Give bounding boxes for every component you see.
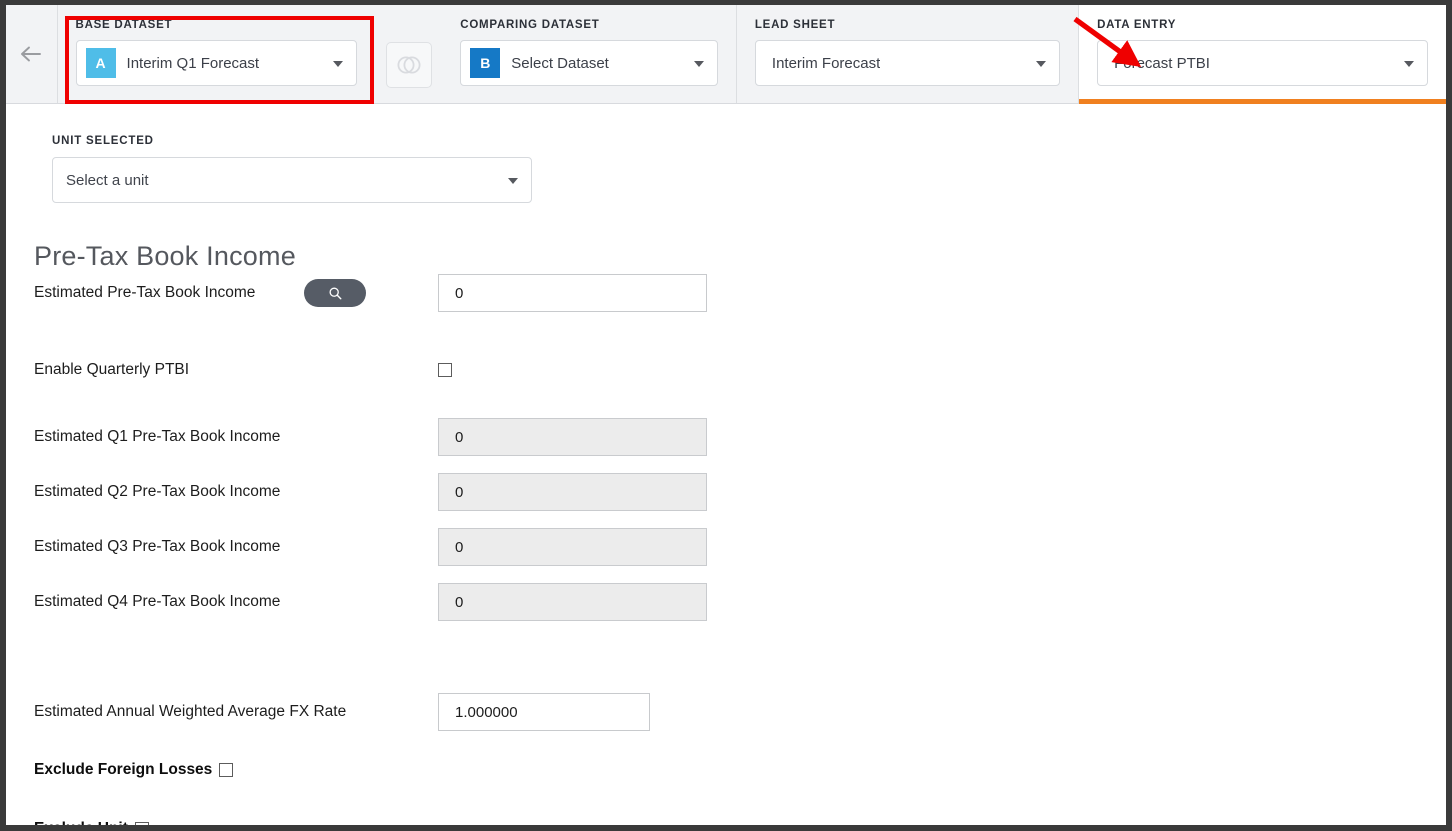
chevron-down-icon xyxy=(508,178,518,184)
lead-sheet-panel: LEAD SHEET Interim Forecast xyxy=(736,5,1080,103)
field-value: 0 xyxy=(455,593,464,611)
lead-sheet-select[interactable]: Interim Forecast xyxy=(754,40,1061,86)
row-label: Estimated Q1 Pre-Tax Book Income xyxy=(34,428,281,446)
lead-sheet-value: Interim Forecast xyxy=(771,54,881,72)
dataset-toolbar: BASE DATASET A Interim Q1 Forecast COMPA… xyxy=(6,5,1446,104)
app-inner: BASE DATASET A Interim Q1 Forecast COMPA… xyxy=(6,5,1446,825)
field-value: 0 xyxy=(455,284,464,302)
data-entry-label: DATA ENTRY xyxy=(1097,19,1177,31)
page-content: UNIT SELECTED Select a unit Pre-Tax Book… xyxy=(6,104,1446,825)
field-value: 0 xyxy=(455,483,464,501)
row-label: Enable Quarterly PTBI xyxy=(34,361,190,379)
exclude-foreign-losses-label: Exclude Foreign Losses xyxy=(34,761,213,779)
data-entry-select[interactable]: Forecast PTBI xyxy=(1097,40,1428,86)
data-entry-value: Forecast PTBI xyxy=(1114,54,1210,72)
dataset-badge-a: A xyxy=(85,48,116,78)
chevron-down-icon xyxy=(332,61,343,67)
form-row-q2-ptbi: Estimated Q2 Pre-Tax Book Income 0 xyxy=(34,473,1446,512)
row-label: Estimated Q3 Pre-Tax Book Income xyxy=(34,538,281,556)
unit-select[interactable]: Select a unit xyxy=(52,157,532,203)
data-entry-panel: DATA ENTRY Forecast PTBI xyxy=(1079,5,1446,104)
form-row-fx-rate: Estimated Annual Weighted Average FX Rat… xyxy=(34,693,1446,732)
form-row-enable-quarterly-ptbi: Enable Quarterly PTBI xyxy=(34,356,1446,384)
unit-selected-label: UNIT SELECTED xyxy=(52,135,154,147)
back-button[interactable] xyxy=(6,5,58,103)
arrow-left-icon xyxy=(21,46,42,62)
chevron-down-icon xyxy=(693,61,704,67)
chevron-down-icon xyxy=(1036,61,1047,67)
exclude-foreign-losses-checkbox[interactable] xyxy=(219,763,234,778)
search-button[interactable] xyxy=(304,279,366,308)
chevron-down-icon xyxy=(1404,61,1414,67)
comparing-dataset-value: Select Dataset xyxy=(511,54,609,72)
q4-ptbi-input[interactable]: 0 xyxy=(438,583,707,622)
row-label: Estimated Q4 Pre-Tax Book Income xyxy=(34,593,281,611)
comparing-dataset-label: COMPARING DATASET xyxy=(460,19,600,31)
fx-rate-input[interactable]: 1.000000 xyxy=(438,693,650,732)
row-label: Estimated Pre-Tax Book Income xyxy=(34,284,256,302)
exclude-unit-label: Exclude Unit xyxy=(34,820,128,825)
row-label: Estimated Annual Weighted Average FX Rat… xyxy=(34,703,347,721)
q1-ptbi-input[interactable]: 0 xyxy=(438,418,707,457)
base-dataset-value: Interim Q1 Forecast xyxy=(126,54,260,72)
q3-ptbi-input[interactable]: 0 xyxy=(438,528,707,567)
row-label: Estimated Q2 Pre-Tax Book Income xyxy=(34,483,281,501)
compare-datasets-button[interactable] xyxy=(385,42,432,88)
field-value: 1.000000 xyxy=(455,703,518,721)
exclude-foreign-losses-row: Exclude Foreign Losses xyxy=(34,761,1446,779)
app-window: BASE DATASET A Interim Q1 Forecast COMPA… xyxy=(0,0,1452,831)
form-row-estimated-ptbi: Estimated Pre-Tax Book Income 0 xyxy=(34,274,1446,313)
comparing-dataset-panel: COMPARING DATASET B Select Dataset xyxy=(442,5,737,103)
form-row-q3-ptbi: Estimated Q3 Pre-Tax Book Income 0 xyxy=(34,528,1446,567)
search-icon xyxy=(328,287,341,300)
base-dataset-label: BASE DATASET xyxy=(75,19,173,31)
page-title: Pre-Tax Book Income xyxy=(34,241,296,271)
ptbi-form: Pre-Tax Book Income Estimated Pre-Tax Bo… xyxy=(6,242,1446,825)
enable-quarterly-ptbi-checkbox[interactable] xyxy=(438,363,452,378)
form-row-q1-ptbi: Estimated Q1 Pre-Tax Book Income 0 xyxy=(34,418,1446,457)
exclude-unit-row: Exclude Unit xyxy=(34,820,1446,825)
dataset-badge-b: B xyxy=(470,48,501,78)
lead-sheet-label: LEAD SHEET xyxy=(754,19,836,31)
unit-select-value: Select a unit xyxy=(66,171,149,189)
comparing-dataset-select[interactable]: B Select Dataset xyxy=(460,40,718,86)
form-row-q4-ptbi: Estimated Q4 Pre-Tax Book Income 0 xyxy=(34,583,1446,622)
compare-datasets-cell xyxy=(374,5,443,103)
estimated-ptbi-input[interactable]: 0 xyxy=(438,274,707,313)
field-value: 0 xyxy=(455,538,464,556)
exclude-unit-checkbox[interactable] xyxy=(134,822,149,825)
base-dataset-panel: BASE DATASET A Interim Q1 Forecast xyxy=(57,5,375,103)
venn-diagram-icon xyxy=(397,56,421,74)
base-dataset-select[interactable]: A Interim Q1 Forecast xyxy=(75,40,357,86)
unit-selected-block: UNIT SELECTED Select a unit xyxy=(6,104,1446,203)
field-value: 0 xyxy=(455,428,464,446)
q2-ptbi-input[interactable]: 0 xyxy=(438,473,707,512)
